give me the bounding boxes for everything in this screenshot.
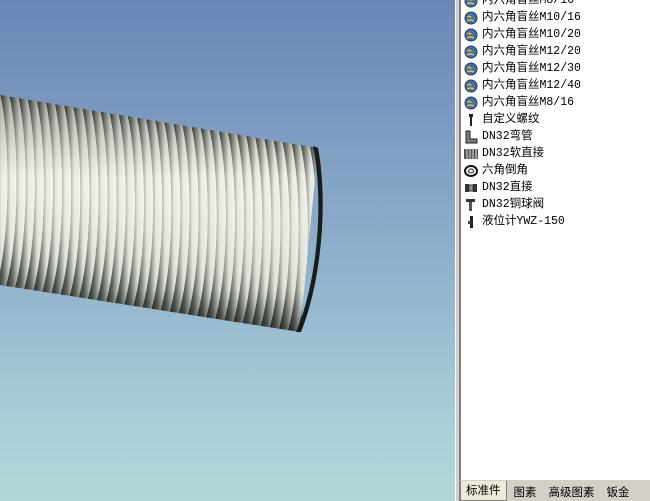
tree-item[interactable]: DN32铜球阀	[463, 196, 544, 213]
tree-item[interactable]: DN32弯管	[463, 128, 533, 145]
level-gauge-icon	[463, 214, 479, 230]
globe-part-icon	[463, 78, 479, 94]
library-tree[interactable]: 内六角盲丝M8/16 内六角盲丝M10/16 内六角盲丝M10/20 内六角盲丝M12…	[460, 0, 650, 480]
tree-item-label: 内六角盲丝M8/16	[482, 0, 575, 7]
tree-item-label: 内六角盲丝M10/16	[482, 11, 581, 24]
corrugated-pipe-model[interactable]	[0, 0, 455, 501]
tree-item[interactable]: 内六角盲丝M10/20	[463, 26, 581, 43]
tree-item-label: 内六角盲丝M12/20	[482, 45, 581, 58]
tree-item-label: 内六角盲丝M12/30	[482, 62, 581, 75]
tree-item[interactable]: 六角倒角	[463, 162, 528, 179]
tab-3[interactable]: 钣金	[602, 483, 635, 501]
design-library-panel: 内六角盲丝M8/16 内六角盲丝M10/16 内六角盲丝M10/20 内六角盲丝M12…	[460, 0, 650, 501]
tree-item-label: DN32软直接	[482, 147, 545, 160]
tree-item[interactable]: 内六角盲丝M12/40	[463, 77, 581, 94]
tab-0[interactable]: 标准件	[460, 481, 507, 501]
tree-item[interactable]: 内六角盲丝M8/16	[463, 94, 574, 111]
tree-item-label: DN32直接	[482, 181, 533, 194]
tree-item-label: 自定义螺纹	[482, 113, 540, 126]
straight-connector-icon	[463, 180, 479, 196]
tree-item-label: DN32铜球阀	[482, 198, 545, 211]
tree-item[interactable]: 液位计YWZ-150	[463, 213, 565, 230]
tab-1[interactable]: 图素	[509, 483, 542, 501]
globe-part-icon	[463, 27, 479, 43]
tree-item-label: 六角倒角	[482, 164, 528, 177]
ball-valve-icon	[463, 197, 479, 213]
globe-part-icon	[463, 10, 479, 26]
tree-item[interactable]: 内六角盲丝M12/30	[463, 60, 581, 77]
tree-item-label: 内六角盲丝M10/20	[482, 28, 581, 41]
globe-part-icon	[463, 95, 479, 111]
tree-item[interactable]: DN32软直接	[463, 145, 544, 162]
hex-nut-icon	[463, 163, 479, 179]
globe-part-icon	[463, 44, 479, 60]
tree-item-label: 内六角盲丝M12/40	[482, 79, 581, 92]
tree-item[interactable]: 内六角盲丝M10/16	[463, 9, 581, 26]
tree-item[interactable]: 自定义螺纹	[463, 111, 540, 128]
tree-item-label: 内六角盲丝M8/16	[482, 96, 575, 109]
tree-item[interactable]: DN32直接	[463, 179, 533, 196]
tree-item-label: 液位计YWZ-150	[482, 215, 565, 228]
globe-part-icon	[463, 61, 479, 77]
library-tabs: 标准件 图素 高级图素 钣金	[460, 481, 650, 501]
elbow-pipe-icon	[463, 129, 479, 145]
tab-2[interactable]: 高级图素	[544, 483, 600, 501]
thread-icon	[463, 112, 479, 128]
tree-item[interactable]: 内六角盲丝M12/20	[463, 43, 581, 60]
tree-item[interactable]: 内六角盲丝M8/16	[463, 0, 574, 9]
soft-connector-icon	[463, 146, 479, 162]
3d-viewport[interactable]	[0, 0, 455, 501]
tree-item-label: DN32弯管	[482, 130, 533, 143]
globe-part-icon	[463, 0, 479, 9]
